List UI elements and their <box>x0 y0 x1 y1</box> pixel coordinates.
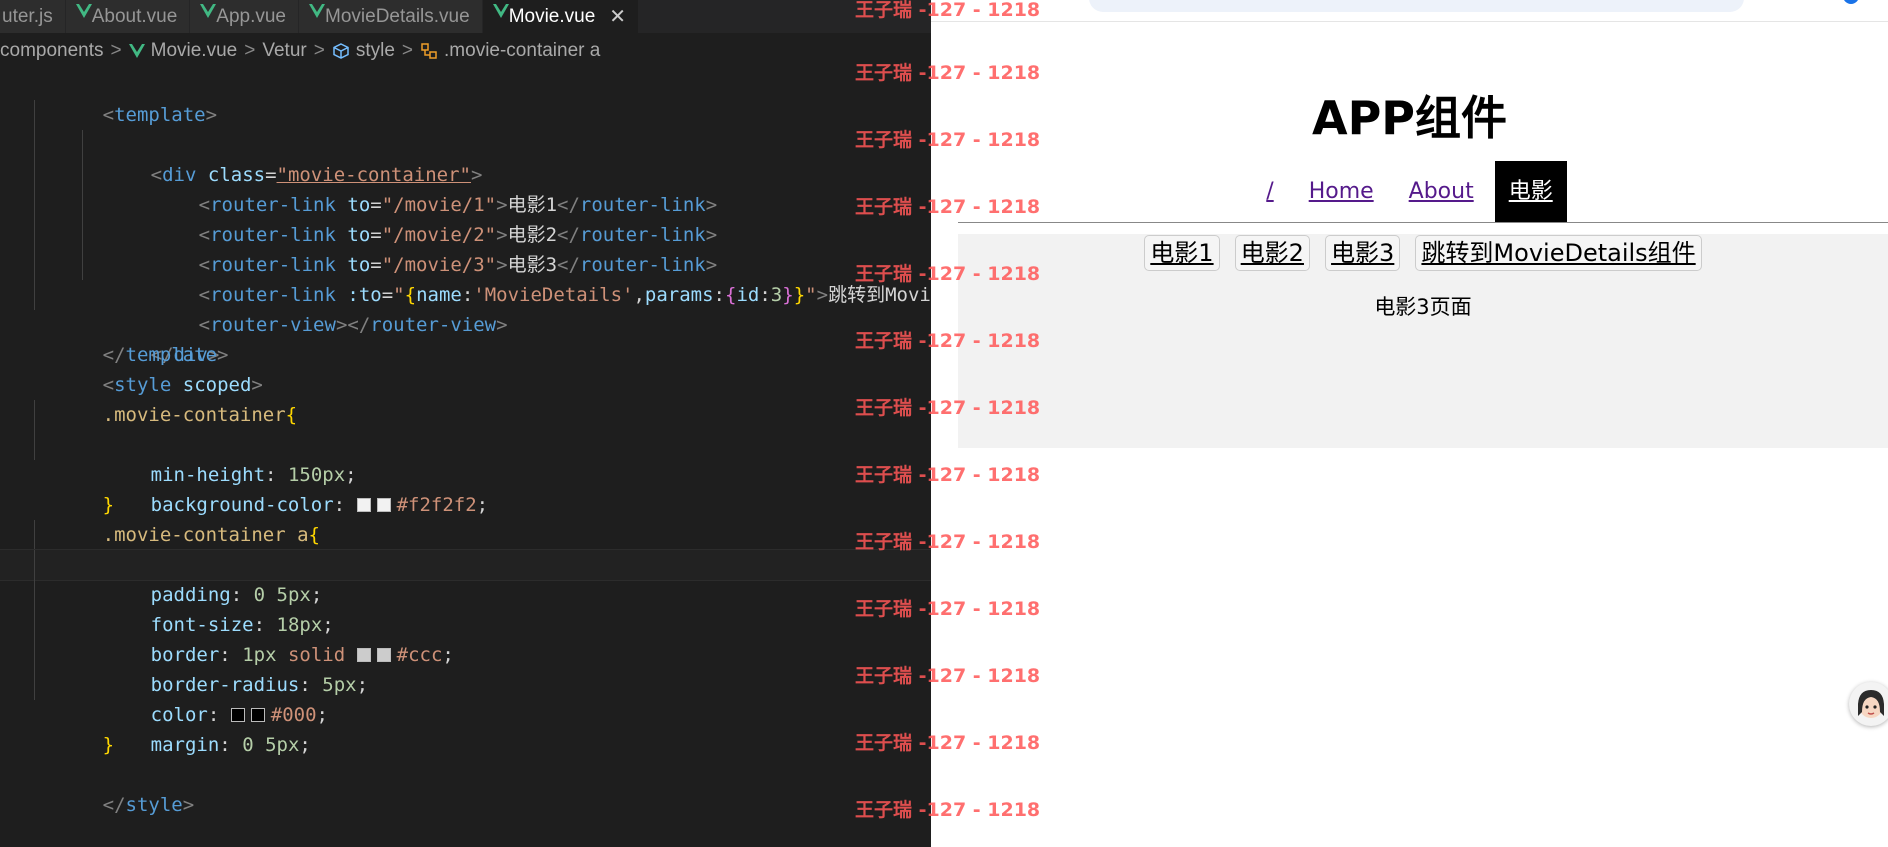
tab-router-js[interactable]: uter.js <box>0 0 66 33</box>
code-line: <router-link to="/movie/2">电影2</router-l… <box>0 160 931 246</box>
tab-label: About.vue <box>91 5 178 27</box>
code-line: min-height: 150px; <box>0 400 931 486</box>
movie-link-1[interactable]: 电影1 <box>1144 235 1220 271</box>
watermark: 王子瑞 -127 - 1218 <box>855 263 1041 285</box>
movie-container: 电影1 电影2 电影3 跳转到MovieDetails组件 电影3页面 <box>958 234 1888 448</box>
tab-movie-vue[interactable]: Movie.vue ✕ <box>482 0 640 33</box>
cube-icon <box>333 43 349 59</box>
watermark: 王子瑞 -127 - 1218 <box>855 531 1041 553</box>
breadcrumb-selector-label: .movie-container a <box>444 40 601 61</box>
watermark: 王子瑞 -127 - 1218 <box>855 397 1041 419</box>
watermark: 王子瑞 -127 - 1218 <box>855 129 1041 151</box>
vue-file-icon <box>128 44 145 58</box>
code-line: border-radius: 5px; <box>0 610 931 696</box>
nav-link-movie[interactable]: 电影 <box>1494 161 1567 223</box>
breadcrumb-folder[interactable]: components <box>0 40 104 62</box>
tab-about-vue[interactable]: About.vue <box>65 0 191 33</box>
code-line: </style> <box>102 794 195 816</box>
movie-link-3[interactable]: 电影3 <box>1325 235 1401 271</box>
watermark: 王子瑞 -127 - 1218 <box>855 464 1041 486</box>
tab-label: App.vue <box>216 5 287 27</box>
breadcrumb-file[interactable]: Movie.vue <box>128 40 238 62</box>
breadcrumb-file-label: Movie.vue <box>150 40 238 61</box>
breadcrumb-separator: > <box>401 40 414 61</box>
code-area[interactable]: <template> <div class="movie-container">… <box>0 70 931 816</box>
code-line: padding: 0 5px; <box>0 520 931 606</box>
editor-tab-bar: uter.js About.vue App.vue MovieDetails.v… <box>0 0 931 33</box>
vue-file-icon <box>75 4 92 18</box>
tab-label: Movie.vue <box>508 5 596 27</box>
profile-icon[interactable] <box>1843 0 1859 4</box>
code-line: } <box>102 734 115 756</box>
vue-file-icon <box>492 4 509 18</box>
code-line: .movie-container a{ <box>102 524 320 546</box>
main-nav: / Home About 电影 <box>931 161 1888 223</box>
watermark: 王子瑞 -127 - 1218 <box>855 330 1041 352</box>
movie-details-link[interactable]: 跳转到MovieDetails组件 <box>1415 235 1702 271</box>
code-line: <div class="movie-container"> <box>0 100 931 186</box>
address-bar[interactable] <box>1089 0 1744 12</box>
code-line: <router-link to="/movie/1">电影1</router-l… <box>0 130 931 216</box>
avatar-face-icon <box>1858 690 1884 718</box>
breadcrumb: components > Movie.vue > Vetur > style >… <box>0 33 931 69</box>
code-line: color: #000; <box>0 640 931 726</box>
watermark: 王子瑞 -127 - 1218 <box>855 196 1041 218</box>
code-line: </template> <box>102 344 229 366</box>
watermark: 王子瑞 -127 - 1218 <box>855 598 1041 620</box>
code-editor: uter.js About.vue App.vue MovieDetails.v… <box>0 0 931 847</box>
code-line: background-color: #f2f2f2; <box>0 430 931 516</box>
selector-icon <box>421 43 437 59</box>
browser-viewport: APP组件 / Home About 电影 电影1 电影2 电影3 跳转到Mov… <box>931 0 1888 847</box>
nav-link-about[interactable]: About <box>1395 161 1488 223</box>
code-line: <router-view></router-view> <box>0 250 931 336</box>
breadcrumb-separator: > <box>244 40 256 61</box>
breadcrumb-section[interactable]: style <box>332 40 395 62</box>
breadcrumb-separator: > <box>110 40 122 61</box>
watermark: 王子瑞 -127 - 1218 <box>855 665 1041 687</box>
assistant-avatar-icon[interactable] <box>1849 682 1888 726</box>
tab-label: MovieDetails.vue <box>325 5 470 27</box>
movie-link-list: 电影1 电影2 电影3 跳转到MovieDetails组件 <box>958 234 1888 271</box>
app-title: APP组件 <box>1311 91 1508 145</box>
code-line: .movie-container{ <box>102 404 298 426</box>
toolbar-divider <box>931 21 1888 22</box>
code-line: } <box>102 494 115 516</box>
nav-link-home[interactable]: Home <box>1295 161 1388 223</box>
breadcrumb-selector[interactable]: .movie-container a <box>420 40 600 62</box>
vue-file-icon <box>200 4 217 18</box>
code-line: <style scoped> <box>102 374 263 396</box>
code-line: border: 1px solid #ccc; <box>0 580 931 666</box>
close-icon[interactable]: ✕ <box>609 4 626 29</box>
tab-app-vue[interactable]: App.vue <box>190 0 300 33</box>
code-line: <template> <box>102 104 218 126</box>
divider <box>958 222 1888 223</box>
nav-link-root[interactable]: / <box>1252 161 1287 223</box>
watermark: 王子瑞 -127 - 1218 <box>855 732 1041 754</box>
watermark: 王子瑞 -127 - 1218 <box>855 0 1041 21</box>
movie-link-2[interactable]: 电影2 <box>1234 235 1310 271</box>
breadcrumb-section-label: style <box>355 40 395 61</box>
vue-file-icon <box>309 4 326 18</box>
code-line: <router-link :to="{name:'MovieDetails',p… <box>0 220 931 306</box>
breadcrumb-separator: > <box>313 40 325 61</box>
watermark: 王子瑞 -127 - 1218 <box>855 62 1041 84</box>
breadcrumb-language[interactable]: Vetur <box>262 40 306 62</box>
tab-label: uter.js <box>2 5 53 27</box>
tab-moviedetails-vue[interactable]: MovieDetails.vue <box>299 0 483 33</box>
code-line: </div> <box>0 280 931 366</box>
code-line: <router-link to="/movie/3">电影3</router-l… <box>0 190 931 276</box>
router-view-content: 电影3页面 <box>1374 295 1472 319</box>
code-line: margin: 0 5px; <box>0 670 931 756</box>
watermark: 王子瑞 -127 - 1218 <box>855 799 1041 821</box>
code-line-current: font-size: 18px; <box>0 549 931 636</box>
